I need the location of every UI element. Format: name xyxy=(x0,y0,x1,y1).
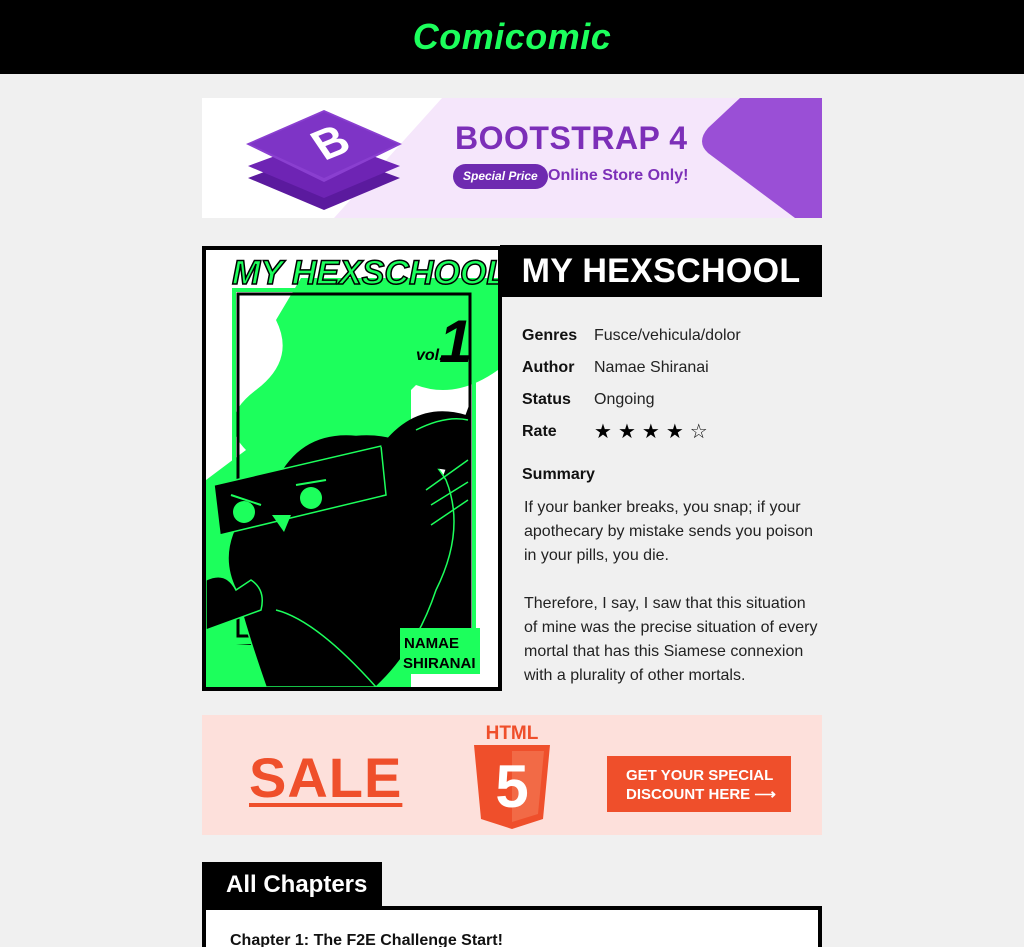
html5-logo-icon: HTML 5 xyxy=(474,723,550,829)
cover-author-line1: NAMAE xyxy=(404,635,459,652)
star-filled-icon[interactable]: ★ xyxy=(642,422,660,442)
comic-cover-image: MY HEXSCHOOL vol. 1 NAMAE SHIRANAI xyxy=(202,246,502,691)
cover-title-text: MY HEXSCHOOL xyxy=(232,254,498,292)
summary-text: If your banker breaks, you snap; if your… xyxy=(524,496,822,688)
ad-title: BOOTSTRAP 4 xyxy=(455,120,688,156)
chapter-list: Chapter 1: The F2E Challenge Start! xyxy=(202,906,822,947)
chapter-link[interactable]: Chapter 1: The F2E Challenge Start! xyxy=(230,932,503,947)
info-row-author: Author Namae Shiranai xyxy=(522,352,822,384)
info-label: Genres xyxy=(522,327,578,344)
bootstrap-logo-icon: B xyxy=(246,110,402,210)
info-row-genres: Genres Fusce/vehicula/dolor xyxy=(522,320,822,352)
banner-arrow-decoration xyxy=(702,98,822,218)
bootstrap-ad-banner[interactable]: B BOOTSTRAP 4 Special Price Online Store… xyxy=(202,98,822,218)
ad-subtitle: Online Store Only! xyxy=(548,167,689,184)
info-row-status: Status Ongoing xyxy=(522,384,822,416)
html5-logo-text: HTML xyxy=(486,723,539,744)
star-filled-icon[interactable]: ★ xyxy=(666,422,684,442)
all-chapters-tab[interactable]: All Chapters xyxy=(202,862,382,908)
sale-text: SALE xyxy=(249,746,403,809)
star-filled-icon[interactable]: ★ xyxy=(594,422,612,442)
cta-line-1: GET YOUR SPECIAL xyxy=(626,767,774,784)
discount-cta-button[interactable]: GET YOUR SPECIAL DISCOUNT HERE ⟶ xyxy=(607,756,791,812)
cta-line-2: DISCOUNT HERE ⟶ xyxy=(626,786,776,803)
info-row-rate: Rate ★ ★ ★ ★ ☆ xyxy=(522,416,822,448)
html5-logo-number: 5 xyxy=(495,753,528,820)
rating-stars[interactable]: ★ ★ ★ ★ ☆ xyxy=(594,422,708,442)
cover-vol-number: 1 xyxy=(439,308,472,375)
html5-sale-banner[interactable]: SALE HTML 5 GET YOUR SPECIAL DISCOUNT HE… xyxy=(202,715,822,835)
info-label: Rate xyxy=(522,423,557,440)
info-label: Author xyxy=(522,359,575,376)
top-navbar: Comicomic xyxy=(0,0,1024,74)
star-empty-icon[interactable]: ☆ xyxy=(690,422,708,442)
summary-paragraph: Therefore, I say, I saw that this situat… xyxy=(524,595,818,684)
comic-info-list: Genres Fusce/vehicula/dolor Author Namae… xyxy=(522,320,822,448)
info-value: Ongoing xyxy=(594,391,655,408)
star-filled-icon[interactable]: ★ xyxy=(618,422,636,442)
info-label: Status xyxy=(522,391,571,408)
info-value: Fusce/vehicula/dolor xyxy=(594,327,741,344)
cover-author-line2: SHIRANAI xyxy=(403,655,476,672)
info-value: Namae Shiranai xyxy=(594,359,709,376)
comic-title: MY HEXSCHOOL xyxy=(500,245,822,297)
special-price-badge: Special Price xyxy=(453,164,548,189)
site-logo[interactable]: Comicomic xyxy=(413,16,612,58)
summary-paragraph: If your banker breaks, you snap; if your… xyxy=(524,499,814,564)
summary-heading: Summary xyxy=(522,466,595,483)
